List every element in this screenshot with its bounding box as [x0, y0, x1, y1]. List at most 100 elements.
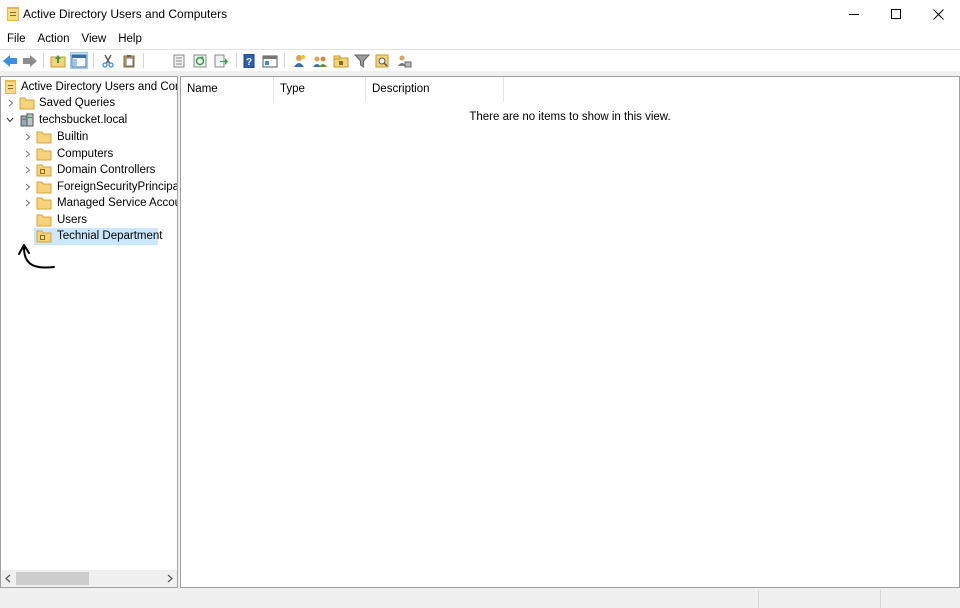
paste-button[interactable] [120, 52, 138, 69]
cut-button[interactable] [99, 52, 117, 69]
tree-item-label: Builtin [57, 131, 89, 143]
new-group-icon [313, 56, 327, 67]
add-to-group-icon [398, 55, 412, 67]
tree-item-managed-service-accounts[interactable]: Managed Service Accoun [1, 195, 177, 212]
properties-icon [173, 54, 185, 67]
curved-arrow-icon [18, 244, 55, 269]
chevron-right-icon[interactable] [23, 165, 33, 175]
mmc-pane-icon [262, 55, 278, 67]
tree-item-label: Saved Queries [39, 97, 116, 109]
folder-icon [36, 214, 52, 227]
tree-item-label: Users [57, 214, 88, 226]
snap-in-icon [5, 80, 16, 94]
menu-file[interactable]: File [1, 29, 32, 49]
add-to-group-button[interactable] [395, 52, 413, 69]
tree-item-builtin[interactable]: Builtin [1, 129, 177, 146]
window-title: Active Directory Users and Computers [23, 7, 228, 21]
chevron-right-icon[interactable] [23, 198, 33, 208]
scrollbar-thumb[interactable] [16, 572, 89, 585]
new-ou-icon [333, 55, 349, 67]
svg-text:?: ? [246, 57, 252, 68]
column-header-type[interactable]: Type [274, 77, 366, 102]
help-icon: ? [243, 53, 255, 68]
tree-item-label: Managed Service Accoun [57, 197, 178, 209]
empty-list-message: There are no items to show in this view. [469, 111, 671, 123]
paste-icon [123, 54, 135, 67]
status-segment [880, 590, 960, 608]
export-list-icon [214, 54, 228, 67]
folder-icon [36, 181, 52, 194]
refresh-icon [193, 54, 207, 67]
mmc-pane-button[interactable] [261, 52, 279, 69]
menu-action[interactable]: Action [32, 29, 76, 49]
domain-icon [20, 113, 34, 127]
scroll-left-icon[interactable] [3, 573, 13, 584]
filter-icon [354, 54, 370, 68]
tree-item-root[interactable]: Active Directory Users and Comp [1, 79, 177, 96]
chevron-right-icon[interactable] [6, 98, 16, 108]
status-segment [758, 590, 880, 608]
status-bar [0, 588, 960, 608]
minimize-icon [848, 14, 859, 15]
folder-icon [36, 197, 52, 210]
menu-help[interactable]: Help [112, 29, 148, 49]
filter-button[interactable] [353, 52, 371, 69]
cut-icon [102, 54, 114, 68]
menu-view[interactable]: View [76, 29, 113, 49]
export-list-button[interactable] [212, 52, 230, 69]
ou-folder-icon [36, 164, 52, 177]
properties-button[interactable] [170, 52, 188, 69]
close-button[interactable] [916, 0, 960, 29]
folder-icon [19, 97, 35, 110]
find-button[interactable] [374, 52, 392, 69]
chevron-right-icon[interactable] [23, 182, 33, 192]
column-header-name[interactable]: Name [181, 77, 274, 102]
back-icon [3, 54, 17, 67]
tree-item-label: Computers [57, 148, 114, 160]
menu-bar: File Action View Help [0, 29, 960, 49]
up-folder-icon [50, 54, 66, 67]
column-header-description[interactable]: Description [366, 77, 504, 102]
console-tree[interactable]: Active Directory Users and Comp Saved Qu… [0, 76, 178, 588]
title-bar: Active Directory Users and Computers [0, 0, 960, 29]
back-button[interactable] [1, 52, 19, 69]
new-ou-button[interactable] [332, 52, 350, 69]
show-hide-console-tree-icon [71, 54, 87, 67]
list-header: Name Type Description [181, 77, 959, 102]
scroll-right-icon[interactable] [165, 573, 175, 584]
refresh-button[interactable] [191, 52, 209, 69]
minimize-button[interactable] [832, 0, 876, 29]
horizontal-scrollbar[interactable] [1, 570, 177, 587]
tree-item-computers[interactable]: Computers [1, 146, 177, 163]
tree-item-domain[interactable]: techsbucket.local [1, 112, 177, 129]
details-list-view[interactable]: Name Type Description There are no items… [180, 76, 960, 588]
tree-item-domain-controllers[interactable]: Domain Controllers [1, 162, 177, 179]
tree-item-users[interactable]: Users [1, 212, 177, 229]
folder-icon [36, 148, 52, 161]
maximize-button[interactable] [874, 0, 918, 29]
tree-item-label: ForeignSecurityPrincipals [57, 181, 178, 193]
folder-icon [7, 7, 19, 21]
new-user-icon [294, 54, 305, 67]
folder-icon [36, 131, 52, 144]
help-button[interactable]: ? [240, 52, 258, 69]
chevron-down-icon[interactable] [5, 115, 15, 125]
chevron-right-icon[interactable] [23, 132, 33, 142]
maximize-icon [890, 9, 901, 19]
tree-item-label: Active Directory Users and Comp [21, 81, 178, 93]
tree-item-label: Domain Controllers [57, 164, 156, 176]
new-group-button[interactable] [311, 52, 329, 69]
find-icon [375, 54, 389, 67]
tree-item-label: Technial Department [57, 230, 163, 242]
up-folder-button[interactable] [49, 52, 67, 69]
chevron-right-icon[interactable] [23, 149, 33, 159]
close-icon [932, 9, 944, 20]
toolbar: ? [0, 49, 960, 71]
forward-icon [23, 54, 37, 67]
new-user-button[interactable] [290, 52, 308, 69]
tree-item-saved-queries[interactable]: Saved Queries [1, 95, 177, 112]
forward-button[interactable] [21, 52, 39, 69]
tree-item-label: techsbucket.local [39, 114, 128, 126]
tree-item-foreign-security-principals[interactable]: ForeignSecurityPrincipals [1, 179, 177, 196]
show-hide-console-tree-button[interactable] [70, 52, 88, 69]
